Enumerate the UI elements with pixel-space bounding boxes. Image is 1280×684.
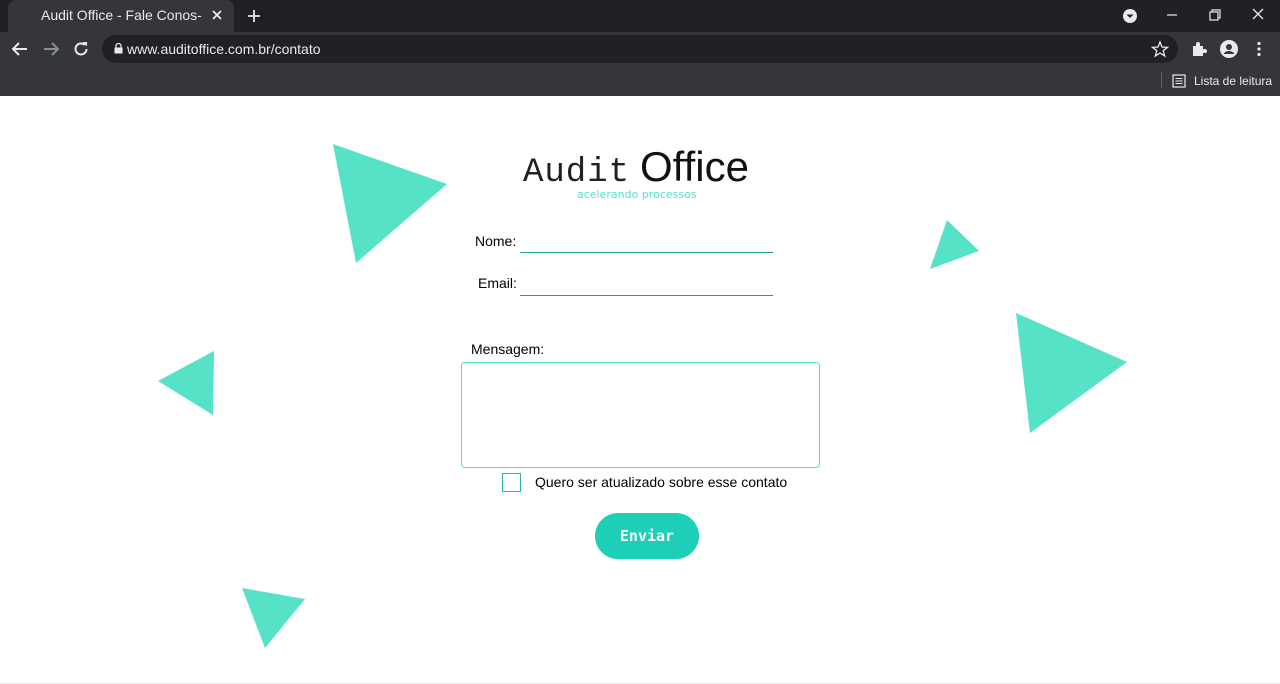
reading-list-icon xyxy=(1172,74,1186,88)
decorative-triangle xyxy=(930,220,979,269)
reload-icon[interactable] xyxy=(70,39,92,59)
logo-tagline: acelerando processos xyxy=(577,188,697,201)
bookmarks-divider xyxy=(1161,72,1162,88)
name-label: Nome: xyxy=(475,233,517,249)
reading-list-label: Lista de leitura xyxy=(1194,74,1273,88)
logo-word-audit: Audit xyxy=(523,154,631,192)
page-content: Audit Office acelerando processos Nome: … xyxy=(0,96,1280,684)
restore-icon[interactable] xyxy=(1201,4,1229,26)
new-tab-icon[interactable] xyxy=(243,6,265,26)
name-field[interactable] xyxy=(520,231,773,253)
forward-icon[interactable] xyxy=(40,39,62,59)
minimize-icon[interactable] xyxy=(1158,4,1186,26)
profile-icon[interactable] xyxy=(1218,38,1240,60)
bookmarks-bar: Lista de leitura xyxy=(0,66,1280,96)
browser-tab-strip: Audit Office - Fale Conos- xyxy=(0,0,1280,32)
decorative-triangle xyxy=(158,351,214,415)
menu-icon[interactable] xyxy=(1248,38,1270,60)
message-textarea[interactable] xyxy=(461,362,820,468)
message-label: Mensagem: xyxy=(471,341,545,357)
extensions-icon[interactable] xyxy=(1188,38,1210,60)
audit-office-logo: Audit Office acelerando processos xyxy=(523,143,763,206)
tab-title: Audit Office - Fale Conos- xyxy=(41,7,202,23)
decorative-triangle xyxy=(1016,313,1127,433)
tab-search-icon[interactable] xyxy=(1116,4,1144,26)
back-icon[interactable] xyxy=(9,39,31,59)
address-bar[interactable]: www.auditoffice.com.br/contato xyxy=(102,35,1178,63)
browser-tab[interactable]: Audit Office - Fale Conos- xyxy=(8,0,234,32)
logo-word-office: Office xyxy=(640,143,749,190)
decorative-triangle xyxy=(333,144,447,263)
close-window-icon[interactable] xyxy=(1244,4,1272,26)
url-text: www.auditoffice.com.br/contato xyxy=(127,41,321,57)
updates-checkbox-label: Quero ser atualizado sobre esse contato xyxy=(535,474,788,490)
send-button[interactable]: Enviar xyxy=(595,513,699,559)
bookmark-star-icon[interactable] xyxy=(1151,40,1169,58)
email-label: Email: xyxy=(478,275,517,291)
email-field[interactable] xyxy=(520,274,773,296)
browser-toolbar: www.auditoffice.com.br/contato xyxy=(0,32,1280,66)
reading-list-button[interactable]: Lista de leitura xyxy=(1172,72,1272,90)
close-tab-icon[interactable] xyxy=(208,6,226,24)
decorative-triangle xyxy=(242,588,305,648)
updates-checkbox[interactable] xyxy=(502,473,521,492)
lock-icon xyxy=(114,43,123,54)
